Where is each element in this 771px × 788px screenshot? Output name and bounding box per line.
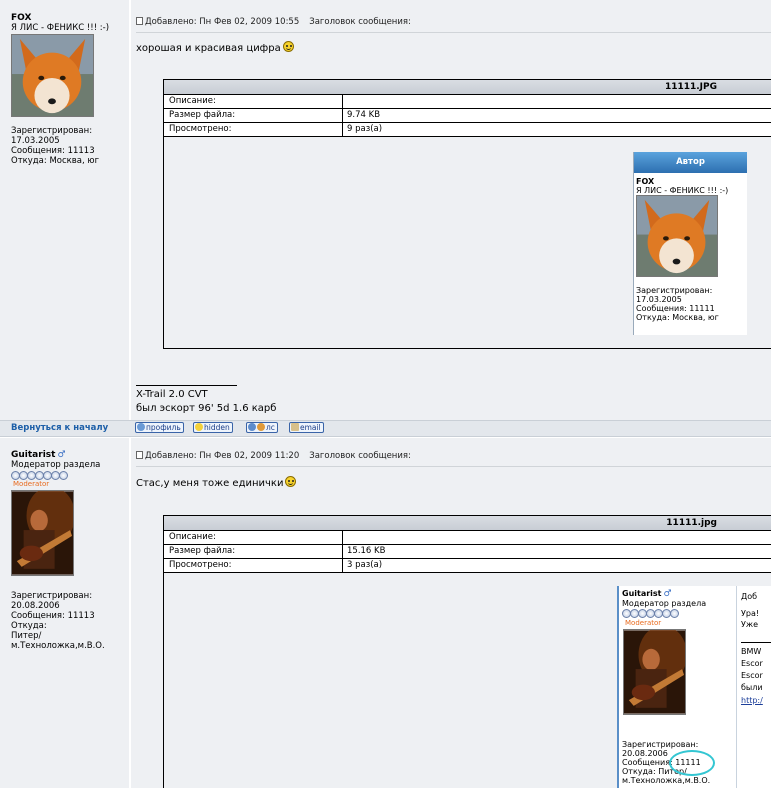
registered-label: Зарегистрирован: [11,126,93,136]
signature-line-1: X-Trail 2.0 CVT [136,389,208,400]
attachment-filename: 11111.JPG [164,80,771,95]
post-link-icon[interactable] [136,451,143,459]
highlight-circle [669,750,715,776]
pm-label: лс [266,423,275,432]
post-2-user-info: Зарегистрирован: 20.08.2006 Сообщения: 1… [11,591,129,651]
preview-sig-divider [741,642,771,643]
attachment-desc-row: Описание: [164,531,771,545]
preview-username-text: Guitarist [622,589,662,598]
registered-date: 20.08.2006 [11,601,60,611]
attachment-views-row: Просмотрено: 9 раз(а) [164,123,771,137]
post-2-username[interactable]: Guitarist ♂ [11,450,66,460]
views-label: Просмотрено: [169,560,232,570]
attachment-size-row: Размер файла: 15.16 KB [164,545,771,559]
preview-rank-label: Moderator [625,619,662,627]
email-button[interactable]: email [289,422,324,433]
guitarist-avatar [11,490,74,576]
attachment-views-row: Просмотрено: 3 раз(а) [164,559,771,573]
smile-icon [282,41,294,52]
message-text: хорошая и красивая цифра [136,43,281,54]
header-divider [136,32,771,33]
post-2-user-title: Модератор раздела [11,460,101,470]
post-1-user-info: Зарегистрирован: 17.03.2005 Сообщения: 1… [11,126,129,166]
views-value: 9 раз(а) [347,124,383,134]
rank-stars-icon [622,609,679,619]
location: Откуда: Москва, юг [11,156,100,166]
profile-icon [137,423,145,431]
subject-label: Заголовок сообщения: [309,17,411,27]
hidden-button[interactable]: hidden [193,422,233,433]
attachment-filename: 11111.jpg [164,516,771,531]
signature-line-2: был эскорт 96' 5d 1.6 карб [136,403,277,414]
profile-label: профиль [146,423,181,432]
preview-location-value: м.Техноложка,м.В.О. [622,776,711,785]
preview-side-text-1: Доб [741,592,758,601]
post-1-header: Добавлено: Пн Фев 02, 2009 10:55 Заголово… [136,17,411,27]
preview-header: Автор [634,152,747,173]
registered-label: Зарегистрирован: [11,591,93,601]
guitarist-avatar-preview [623,629,686,715]
preview-side-text-4: BMW [741,647,762,656]
preview-user-title: Модератор раздела [622,599,707,608]
views-value: 3 раз(а) [347,560,383,570]
post-link-icon[interactable] [136,17,143,25]
preview-location: Откуда: Москва, юг [636,313,719,322]
lightbulb-icon [195,423,203,431]
post-1-message: хорошая и красивая цифра [136,41,294,54]
post-1: FOX Я ЛИС - ФЕНИКС !!! :-) Зарегистриров… [0,0,771,420]
size-value: 15.16 KB [347,546,386,556]
preview-side-text-2: Ура! [741,609,760,618]
post-2: Guitarist ♂ Модератор раздела Moderator З… [0,438,771,788]
post-1-username[interactable]: FOX [11,13,31,23]
post-footer-bar [0,420,771,437]
size-label: Размер файла: [169,110,236,120]
attachment-desc-row: Описание: [164,95,771,109]
post-date: Добавлено: Пн Фев 02, 2009 11:20 [145,451,300,461]
post-date: Добавлено: Пн Фев 02, 2009 10:55 [145,17,300,27]
fox-avatar-preview [636,195,718,277]
preview-username: Guitarist ♂ [622,589,672,600]
post-1-user-title: Я ЛИС - ФЕНИКС !!! :-) [11,23,110,33]
rank-label: Moderator [13,480,50,488]
preview-column-divider [736,586,737,788]
registered-date: 17.03.2005 [11,136,60,146]
location-value: Питер/м.Техноложка,м.В.О. [11,631,105,651]
smile-icon [285,476,297,487]
size-value: 9.74 KB [347,110,381,120]
pm-button[interactable]: лс [246,422,278,433]
location-label: Откуда: [11,621,47,631]
views-label: Просмотрено: [169,124,232,134]
male-icon: ♂ [57,450,66,460]
desc-label: Описание: [169,532,216,542]
posts-count: Сообщения: 11113 [11,146,95,156]
signature-divider [136,385,237,386]
preview-side-text-3: Уже [741,620,759,629]
back-to-top-link[interactable]: Вернуться к началу [11,423,108,433]
attachment-image[interactable]: Автор FOX Я ЛИС - ФЕНИКС !!! :-) Зарегис… [633,152,747,335]
desc-label: Описание: [169,96,216,106]
username-text: Guitarist [11,450,56,460]
size-label: Размер файла: [169,546,236,556]
posts-count: Сообщения: 11113 [11,611,95,621]
subject-label: Заголовок сообщения: [309,451,411,461]
message-text: Стас,у меня тоже единички [136,478,284,489]
preview-side-text-5: Escor [741,659,763,668]
hidden-label: hidden [204,423,230,432]
attachment-size-row: Размер файла: 9.74 KB [164,109,771,123]
users-icon [248,423,256,431]
preview-side-text-7: были [741,683,763,692]
post-2-header: Добавлено: Пн Фев 02, 2009 11:20 Заголово… [136,451,411,461]
profile-button[interactable]: профиль [135,422,184,433]
users-icon-2 [257,423,265,431]
header-divider [136,466,771,467]
envelope-icon [291,423,299,431]
email-label: email [300,423,321,432]
fox-avatar [11,34,94,117]
preview-side-text-6: Escor [741,671,763,680]
preview-side-link: http:/ [741,696,763,705]
post-2-message: Стас,у меня тоже единички [136,476,297,489]
